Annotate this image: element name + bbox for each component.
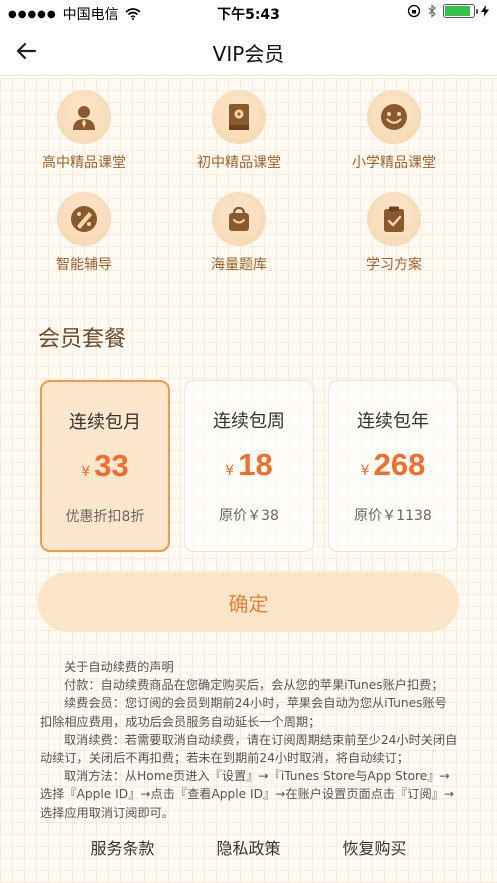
feature-circle [57, 192, 111, 246]
notice-title: 关于自动续费的声明 [64, 660, 174, 674]
section-title: 会员套餐 [38, 327, 127, 352]
plan-amount: 33 [94, 448, 129, 483]
plan-list: 连续包月 ¥ 33 优惠折扣8折 连续包周 ¥ 18 原价￥38 连续包年 ¥ … [40, 380, 460, 552]
notice-paragraph: 续费会员：您订阅的会员到期前24小时，苹果会自动为您从iTunes账号扣除相应费… [40, 696, 447, 729]
teacher-icon [73, 106, 95, 130]
feature-label: 初中精品课堂 [197, 155, 281, 171]
feature-label: 海量题库 [211, 257, 267, 273]
plan-price: ¥ 268 [361, 447, 426, 483]
bluetooth-icon [428, 4, 436, 18]
feature-primary-school[interactable]: 小学精品课堂 [324, 90, 464, 172]
rotation-lock-icon [407, 4, 421, 18]
currency-symbol: ¥ [81, 464, 91, 480]
book-icon [229, 104, 249, 130]
battery-fill [445, 6, 471, 16]
restore-purchase-link[interactable]: 恢复购买 [312, 835, 438, 859]
currency-symbol: ¥ [360, 463, 370, 479]
plan-note: 原价￥1138 [354, 508, 432, 524]
charging-icon [481, 5, 489, 17]
confirm-button[interactable]: 确定 [38, 572, 459, 632]
auto-renew-notice: 关于自动续费的声明 付款：自动续费商品在您确定购买后，会从您的苹果iTunes账… [40, 658, 458, 822]
feature-circle [212, 90, 266, 144]
notice-paragraph: 取消续费：若需要取消自动续费，请在订阅周期结束前至少24小时关闭自动续订，关闭后… [40, 732, 458, 766]
plan-name: 连续包周 [213, 411, 285, 432]
pencil-ruler-icon [71, 206, 97, 232]
status-right [407, 4, 489, 18]
feature-label: 小学精品课堂 [352, 155, 436, 171]
plan-name: 连续包年 [357, 411, 429, 432]
feature-circle [57, 90, 111, 144]
terms-link[interactable]: 服务条款 [60, 835, 186, 859]
battery-icon [443, 4, 478, 18]
plan-monthly[interactable]: 连续包月 ¥ 33 优惠折扣8折 [40, 380, 170, 552]
plan-price: ¥ 33 [81, 448, 128, 484]
feature-row: 智能辅导 海量题库 学习方案 [0, 192, 497, 274]
plan-amount: 18 [238, 447, 273, 482]
feature-row: 高中精品课堂 初中精品课堂 小学精品课堂 [0, 90, 497, 172]
nav-bar: VIP会员 [0, 26, 497, 76]
feature-middle-school[interactable]: 初中精品课堂 [154, 90, 324, 172]
feature-grid: 高中精品课堂 初中精品课堂 小学精品课堂 智能辅导 海量题库 学习方案 [0, 90, 497, 274]
plan-note: 原价￥38 [219, 508, 279, 524]
plan-price: ¥ 18 [225, 447, 272, 483]
feature-question-bank[interactable]: 海量题库 [154, 192, 324, 274]
plan-note: 优惠折扣8折 [65, 509, 145, 525]
plan-yearly[interactable]: 连续包年 ¥ 268 原价￥1138 [328, 380, 458, 552]
feature-circle [367, 192, 421, 246]
notice-paragraph: 付款：自动续费商品在您确定购买后，会从您的苹果iTunes账户扣费； [64, 678, 444, 693]
feature-smart-tutor[interactable]: 智能辅导 [14, 192, 154, 274]
notice-paragraph: 取消方法：从Home页进入『设置』→『iTunes Store与App Stor… [40, 769, 455, 820]
plan-name: 连续包月 [69, 412, 141, 433]
feature-high-school[interactable]: 高中精品课堂 [14, 90, 154, 172]
status-bar: ●●●●● 中国电信 下午5:43 [0, 0, 497, 26]
feature-circle [212, 192, 266, 246]
footer-links: 服务条款 隐私政策 恢复购买 [0, 835, 497, 859]
feature-circle [367, 90, 421, 144]
clipboard-check-icon [384, 206, 404, 232]
feature-study-plan[interactable]: 学习方案 [324, 192, 464, 274]
plan-weekly[interactable]: 连续包周 ¥ 18 原价￥38 [184, 380, 314, 552]
page-title: VIP会员 [212, 42, 285, 66]
privacy-link[interactable]: 隐私政策 [186, 835, 312, 859]
currency-symbol: ¥ [225, 463, 235, 479]
feature-label: 学习方案 [366, 257, 422, 273]
bag-icon [229, 206, 249, 231]
feature-label: 智能辅导 [56, 257, 112, 273]
content-area: 高中精品课堂 初中精品课堂 小学精品课堂 智能辅导 海量题库 学习方案 会员套餐… [0, 78, 497, 883]
feature-label: 高中精品课堂 [42, 155, 126, 171]
smile-icon [381, 104, 407, 130]
plan-amount: 268 [373, 447, 426, 482]
